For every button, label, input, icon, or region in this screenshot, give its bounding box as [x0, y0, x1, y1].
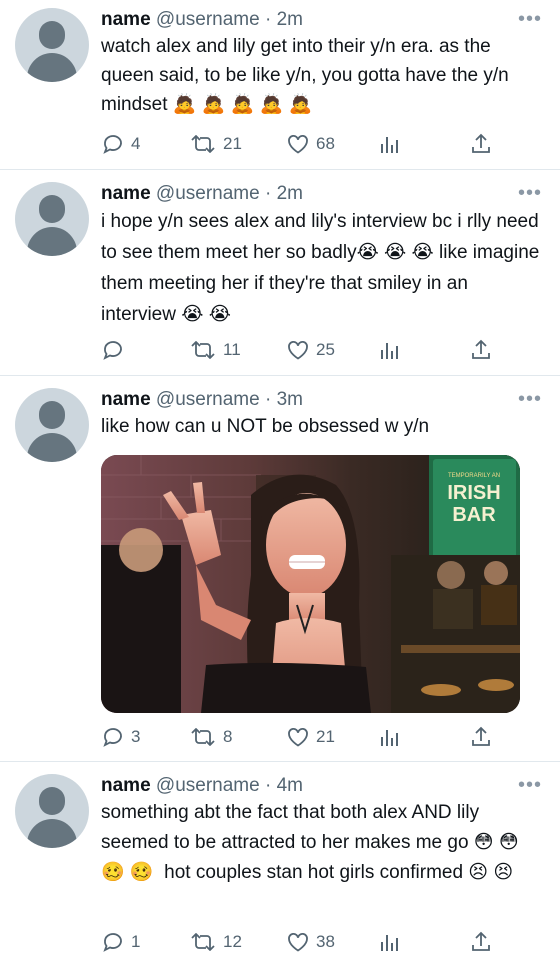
retweet-count: 12: [223, 932, 242, 951]
reply-count: 3: [131, 727, 141, 746]
heart-icon: [288, 134, 308, 154]
photo-sign-line-2: IRISH: [447, 482, 500, 504]
reply-count: 4: [131, 134, 141, 153]
tweet[interactable]: name @username · 3m ••• like how can u N…: [0, 376, 560, 762]
timestamp[interactable]: · 2m: [265, 183, 303, 204]
share-icon: [472, 726, 490, 746]
tweet-photo[interactable]: TEMPORARILY AN IRISH BAR: [101, 455, 520, 713]
heart-icon: [288, 727, 308, 747]
reply-count: 1: [131, 932, 141, 951]
share-button[interactable]: [469, 725, 493, 749]
retweet-count: 21: [223, 134, 242, 153]
analytics-icon: [381, 137, 398, 153]
retweet-icon: [191, 341, 215, 359]
action-bar: 11 25: [101, 338, 501, 366]
share-icon: [472, 931, 490, 951]
reply-button[interactable]: 3: [101, 725, 140, 749]
reply-button[interactable]: [101, 338, 131, 362]
retweet-icon: [191, 728, 215, 746]
retweet-count: 11: [223, 340, 241, 359]
reply-icon: [103, 135, 122, 154]
tweet[interactable]: name @username · 2m ••• watch alex and l…: [0, 0, 560, 170]
more-icon[interactable]: •••: [518, 9, 542, 29]
retweet-button[interactable]: 11: [189, 338, 241, 362]
tweet-header: name @username · 2m: [101, 8, 303, 32]
timestamp[interactable]: · 3m: [265, 389, 303, 410]
tweet-header: name @username · 4m: [101, 774, 303, 798]
more-icon[interactable]: •••: [518, 183, 542, 203]
like-button[interactable]: 38: [286, 930, 335, 954]
tweet-header: name @username · 2m: [101, 182, 303, 206]
avatar[interactable]: [15, 388, 89, 462]
analytics-button[interactable]: [378, 725, 402, 749]
share-button[interactable]: [469, 338, 493, 362]
avatar[interactable]: [15, 8, 89, 82]
username[interactable]: @username: [156, 9, 260, 30]
heart-icon: [288, 932, 308, 952]
retweet-button[interactable]: 8: [189, 725, 232, 749]
username[interactable]: @username: [156, 775, 260, 796]
timestamp[interactable]: · 4m: [265, 775, 303, 796]
share-icon: [472, 339, 490, 359]
display-name[interactable]: name: [101, 775, 151, 796]
timestamp[interactable]: · 2m: [265, 9, 303, 30]
share-button[interactable]: [469, 930, 493, 954]
username[interactable]: @username: [156, 183, 260, 204]
display-name[interactable]: name: [101, 9, 151, 30]
reply-icon: [103, 933, 122, 952]
tweet-header: name @username · 3m: [101, 388, 303, 412]
action-bar: 1 12 38: [101, 930, 501, 958]
more-icon[interactable]: •••: [518, 775, 542, 795]
reply-icon: [103, 728, 122, 747]
tweet-text: i hope y/n sees alex and lily's intervie…: [101, 211, 545, 325]
avatar[interactable]: [15, 774, 89, 848]
reply-icon: [103, 341, 122, 360]
like-count: 38: [316, 932, 335, 951]
analytics-icon: [381, 730, 398, 746]
avatar[interactable]: [15, 182, 89, 256]
share-button[interactable]: [469, 132, 493, 156]
retweet-icon: [191, 933, 215, 951]
analytics-icon: [381, 935, 398, 951]
retweet-icon: [191, 135, 215, 153]
retweet-count: 8: [223, 727, 233, 746]
display-name[interactable]: name: [101, 183, 151, 204]
like-button[interactable]: 25: [286, 338, 335, 362]
tweet[interactable]: name @username · 4m ••• something abt th…: [0, 762, 560, 960]
photo-sign-line-3: BAR: [452, 504, 496, 526]
like-count: 21: [316, 727, 335, 746]
tweet-text: like how can u NOT be obsessed w y/n: [101, 416, 430, 437]
heart-icon: [288, 340, 308, 360]
tweet-text: something abt the fact that both alex AN…: [101, 802, 524, 883]
action-bar: 4 21 68: [101, 132, 501, 160]
like-count: 25: [316, 340, 335, 359]
username[interactable]: @username: [156, 389, 260, 410]
photo-bar-scene: TEMPORARILY AN IRISH BAR: [101, 455, 520, 713]
analytics-button[interactable]: [378, 132, 402, 156]
retweet-button[interactable]: 12: [189, 930, 242, 954]
like-count: 68: [316, 134, 335, 153]
display-name[interactable]: name: [101, 389, 151, 410]
analytics-button[interactable]: [378, 930, 402, 954]
analytics-button[interactable]: [378, 338, 402, 362]
reply-button[interactable]: 4: [101, 132, 140, 156]
more-icon[interactable]: •••: [518, 389, 542, 409]
retweet-button[interactable]: 21: [189, 132, 242, 156]
like-button[interactable]: 68: [286, 132, 335, 156]
tweet[interactable]: name @username · 2m ••• i hope y/n sees …: [0, 170, 560, 376]
tweet-text: watch alex and lily get into their y/n e…: [101, 36, 515, 115]
reply-button[interactable]: 1: [101, 930, 140, 954]
analytics-icon: [381, 343, 398, 359]
like-button[interactable]: 21: [286, 725, 335, 749]
photo-sign-line-1: TEMPORARILY AN: [448, 473, 500, 479]
share-icon: [472, 133, 490, 153]
action-bar: 3 8 21: [101, 725, 501, 753]
